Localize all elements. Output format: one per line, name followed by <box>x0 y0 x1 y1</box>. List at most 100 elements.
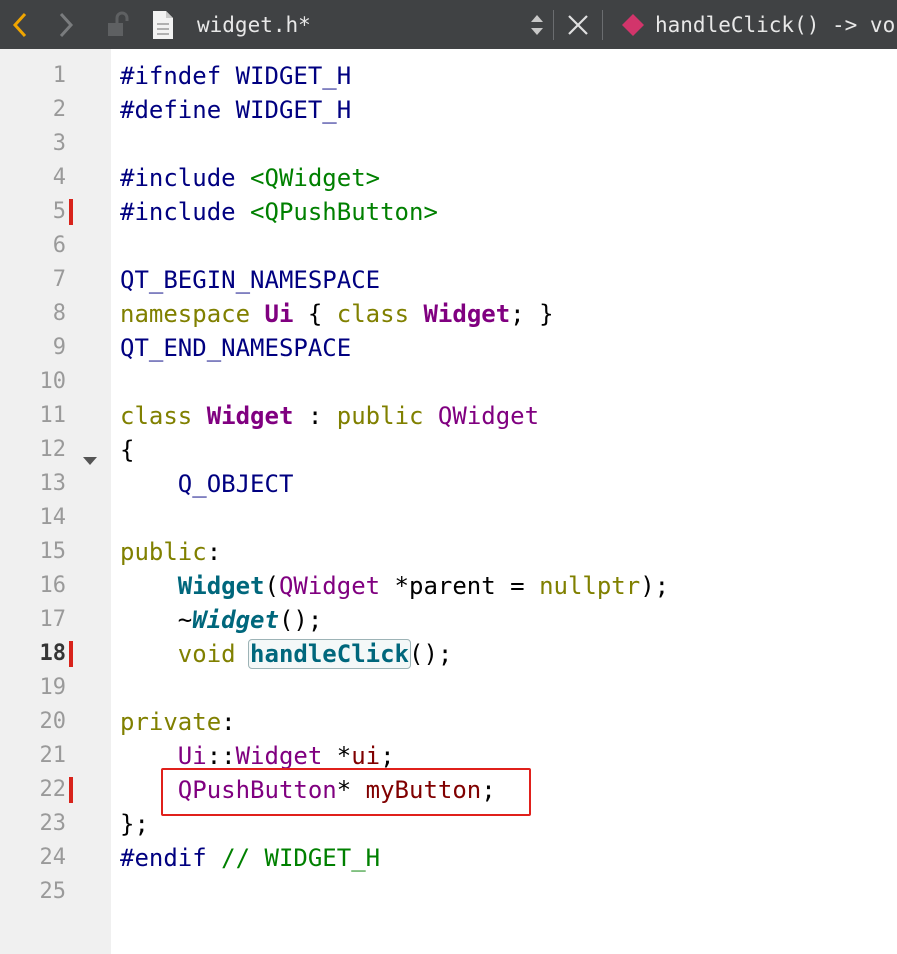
line-number: 9 <box>52 335 66 360</box>
code-token: Widget <box>206 402 294 430</box>
code-token: { <box>293 300 337 328</box>
line-number: 22 <box>39 777 67 802</box>
code-token: }; <box>120 810 149 838</box>
code-line[interactable]: namespace Ui { class Widget; } <box>120 297 554 331</box>
code-token: *parent = <box>380 572 540 600</box>
code-line[interactable]: #include <QPushButton> <box>120 195 438 229</box>
code-token: : <box>206 538 222 566</box>
code-token: public <box>120 538 207 566</box>
up-down-arrows-icon <box>531 14 543 35</box>
open-file-selector[interactable]: widget.h* <box>197 0 311 49</box>
code-token: #define WIDGET_H <box>120 96 352 124</box>
code-token: Widget <box>235 742 323 770</box>
code-token: Widget <box>177 572 265 600</box>
editor-toolbar: widget.h* handleClick() -> void <box>0 0 897 49</box>
change-marker <box>69 641 73 667</box>
line-number: 13 <box>39 471 67 496</box>
line-number: 16 <box>39 573 67 598</box>
chevron-right-icon <box>59 12 74 37</box>
line-number: 25 <box>39 879 67 904</box>
current-symbol-selector[interactable]: handleClick() -> void <box>655 0 897 49</box>
line-number: 23 <box>39 811 67 836</box>
code-token: Ui <box>264 300 294 328</box>
code-token: public <box>336 402 438 430</box>
code-token: ( <box>264 572 279 600</box>
code-token: nullptr <box>539 572 641 600</box>
code-line[interactable]: public: <box>120 535 221 569</box>
symbol-type-icon-wrap <box>618 0 648 49</box>
code-token: #include <box>120 164 251 192</box>
line-number: 5 <box>52 199 66 224</box>
code-token: #ifndef WIDGET_H <box>120 62 352 90</box>
code-line[interactable]: Widget(QWidget *parent = nullptr); <box>120 569 669 603</box>
fold-collapse-icon[interactable] <box>83 457 97 465</box>
line-number-gutter[interactable]: 1 2 3 4 5 6 7 8 9 10 11 12 13 14 15 16 17 18 19 20 21 22 23 24 2… <box>0 49 111 954</box>
code-line[interactable]: #ifndef WIDGET_H <box>120 59 351 93</box>
line-number: 12 <box>39 437 67 462</box>
code-token: (); <box>278 606 323 634</box>
code-line[interactable]: #endif // WIDGET_H <box>120 841 380 875</box>
file-type-icon-wrap <box>147 0 179 49</box>
unlocked-icon <box>108 11 129 36</box>
code-line[interactable]: ~Widget(); <box>120 603 323 637</box>
line-number: 21 <box>39 743 67 768</box>
line-number: 24 <box>39 845 67 870</box>
code-token: handleClick <box>248 639 411 669</box>
change-marker <box>69 777 73 803</box>
code-line[interactable]: Q_OBJECT <box>120 467 294 501</box>
code-token: class <box>120 402 207 430</box>
code-token: * <box>322 742 352 770</box>
code-token: class <box>336 300 424 328</box>
code-token: QWidget <box>437 402 540 430</box>
code-token: namespace <box>120 300 265 328</box>
code-token: :: <box>206 742 236 770</box>
back-button[interactable] <box>4 0 36 49</box>
code-line[interactable]: #include <QWidget> <box>120 161 380 195</box>
line-number: 20 <box>39 709 67 734</box>
code-line[interactable]: class Widget : public QWidget <box>120 399 539 433</box>
line-number: 17 <box>39 607 67 632</box>
code-line[interactable]: }; <box>120 807 149 841</box>
code-token: : <box>221 708 236 736</box>
code-token: ; <box>380 742 395 770</box>
forward-button[interactable] <box>50 0 82 49</box>
document-icon <box>153 10 173 39</box>
lock-toggle-button[interactable] <box>100 0 134 49</box>
line-number: 1 <box>52 63 66 88</box>
line-number: 7 <box>52 267 66 292</box>
line-number: 2 <box>52 97 66 122</box>
line-number: 3 <box>52 131 66 156</box>
line-number: 11 <box>39 403 67 428</box>
line-number: 15 <box>39 539 67 564</box>
code-token: { <box>120 436 135 464</box>
code-token: ); <box>640 572 670 600</box>
code-token: ; } <box>510 300 554 328</box>
code-token: <QWidget> <box>250 164 381 192</box>
code-token: ui <box>351 742 381 770</box>
file-dropdown-arrows[interactable] <box>526 0 548 49</box>
close-document-button[interactable] <box>562 0 594 49</box>
line-number: 10 <box>39 369 67 394</box>
code-token: (); <box>409 640 453 668</box>
code-token: : <box>293 402 337 430</box>
line-number: 6 <box>52 233 66 258</box>
code-token: void <box>177 640 251 668</box>
code-line[interactable]: #define WIDGET_H <box>120 93 351 127</box>
line-number: 18 <box>39 641 67 666</box>
close-icon <box>568 14 588 35</box>
code-line[interactable]: QT_BEGIN_NAMESPACE <box>120 263 380 297</box>
code-token: #include <box>120 198 251 226</box>
code-line[interactable]: QT_END_NAMESPACE <box>120 331 351 365</box>
code-token: QT_BEGIN_NAMESPACE <box>120 266 381 294</box>
toolbar-separator <box>553 10 554 40</box>
code-token: #endif <box>120 844 222 872</box>
code-token: // WIDGET_H <box>221 844 381 872</box>
code-token: ~ <box>120 606 193 634</box>
code-line[interactable]: private: <box>120 705 236 739</box>
code-line[interactable]: { <box>120 433 134 467</box>
change-marker <box>69 199 73 225</box>
code-line[interactable]: void handleClick(); <box>120 637 452 671</box>
